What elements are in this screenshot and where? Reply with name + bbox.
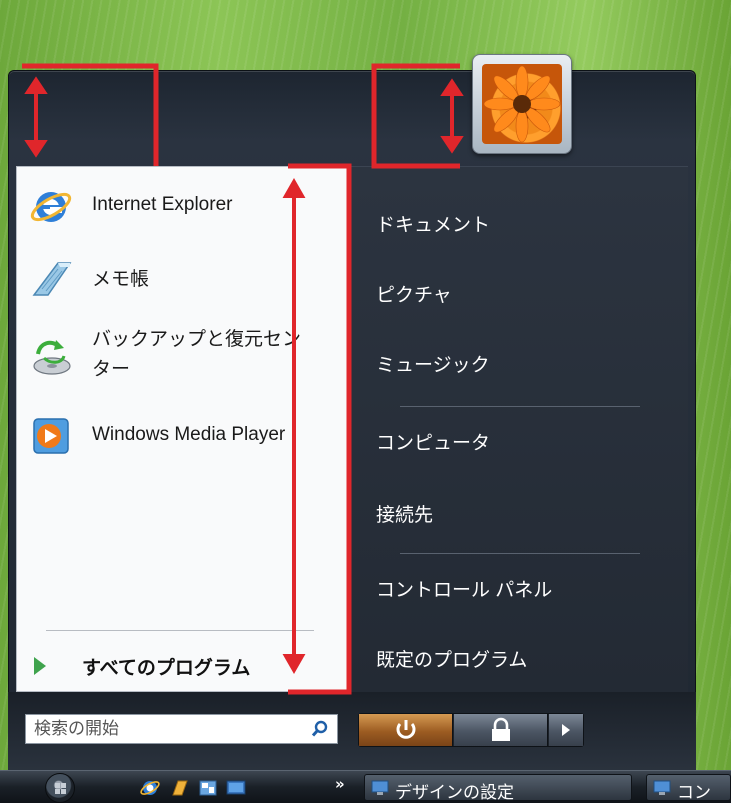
annotation-bracket-left (22, 63, 159, 166)
annotation-bracket-pane (288, 163, 352, 695)
annotation-bracket-right (371, 63, 460, 169)
annotation-overlay (22, 63, 464, 695)
